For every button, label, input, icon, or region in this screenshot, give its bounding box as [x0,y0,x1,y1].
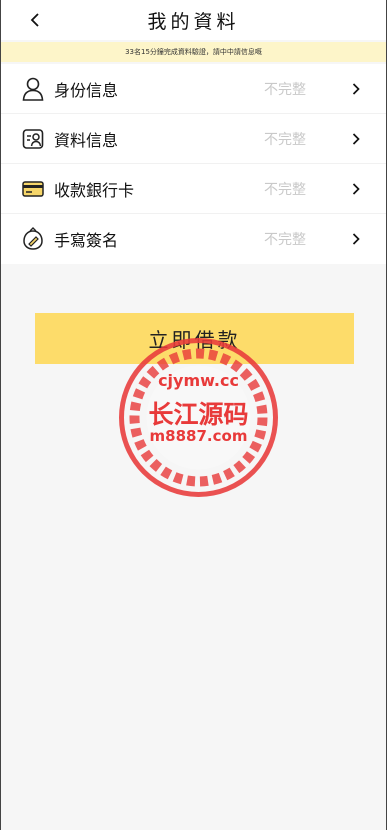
header-bar: 我的資料 [1,0,386,40]
status-text: 不完整 [264,131,306,148]
chevron-left-icon [30,13,39,27]
chevron-right-icon [352,182,362,196]
chevron-right-icon [352,82,362,96]
watermark-line3: m8887.com [149,427,248,445]
row-bank-card[interactable]: 收款銀行卡 不完整 [1,164,386,214]
row-profile-info[interactable]: 資料信息 不完整 [1,114,386,164]
page-title: 我的資料 [147,10,240,33]
row-signature[interactable]: 手寫簽名 不完整 [1,214,386,264]
watermark-line2: 长江源码 [148,400,249,429]
row-label: 手寫簽名 [54,231,119,250]
signature-icon [22,227,44,251]
chevron-right-icon [352,232,362,246]
bank-card-icon [22,177,44,201]
watermark-line1: cjymw.cc [158,371,239,390]
notice-banner: 33名15分鐘完成資料驗證，請中中請信息嘅 [1,42,386,62]
row-label: 收款銀行卡 [54,180,135,200]
chevron-right-icon [352,132,362,146]
status-text: 不完整 [264,181,306,198]
person-icon [22,77,44,101]
status-text: 不完整 [264,81,306,98]
status-text: 不完整 [264,232,306,248]
row-label: 身份信息 [54,80,119,100]
info-list: 身份信息 不完整 資料信息 不完整 收款銀行卡 不完整 手寫簽名 不完整 [1,64,386,264]
id-card-icon [22,127,44,151]
apply-loan-button[interactable]: 立即借款 [35,313,354,364]
back-button[interactable] [23,8,47,32]
row-identity-info[interactable]: 身份信息 不完整 [1,64,386,114]
row-label: 資料信息 [54,130,119,150]
